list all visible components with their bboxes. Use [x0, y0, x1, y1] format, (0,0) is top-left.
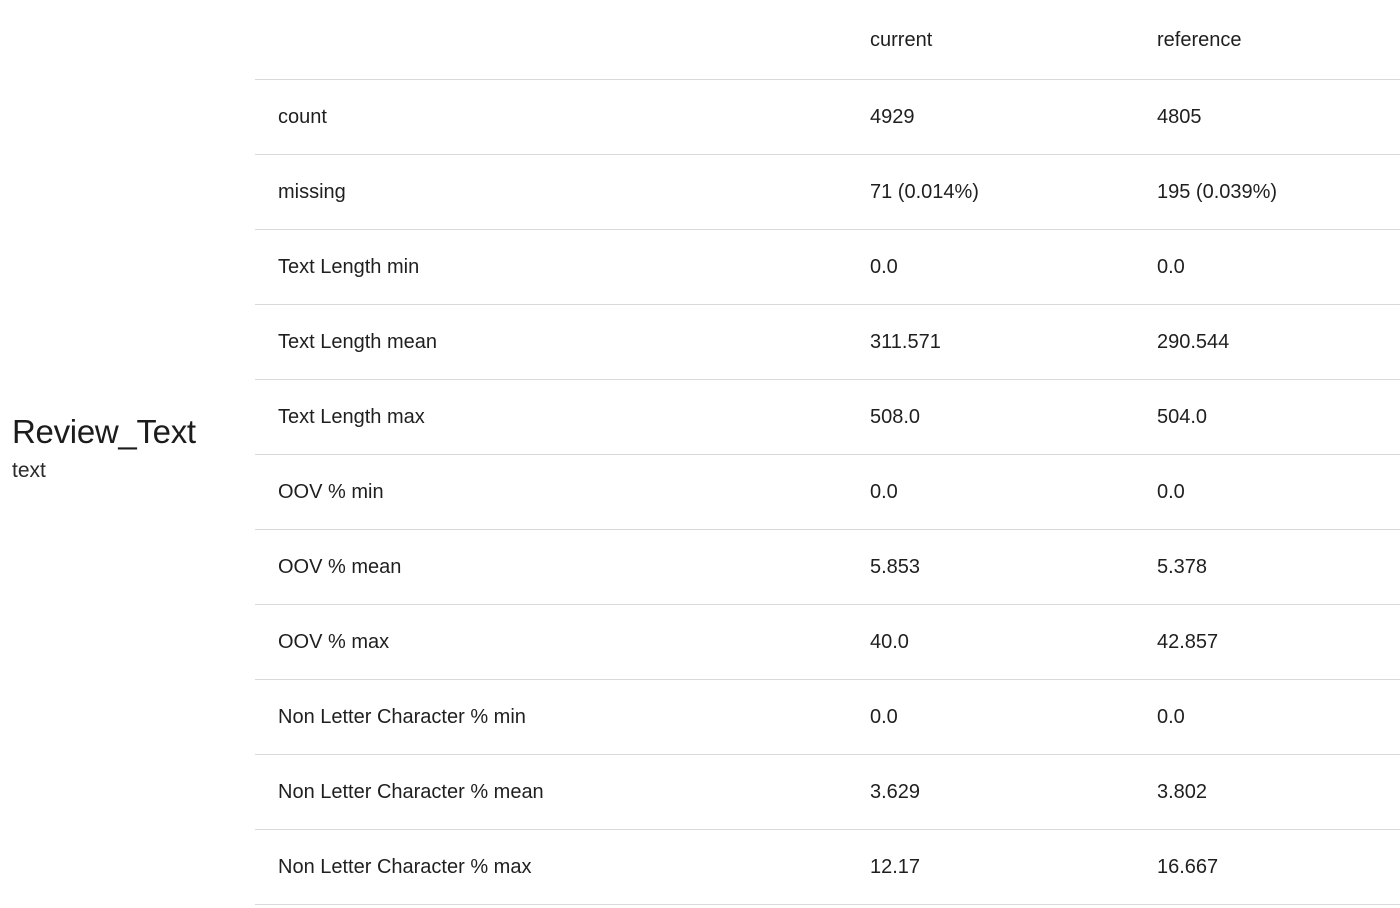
table-header-row: current reference	[255, 0, 1400, 80]
reference-value: 4805	[1157, 106, 1202, 128]
current-value: 40.0	[870, 631, 909, 653]
reference-value: 504.0	[1157, 406, 1208, 428]
metric-label: missing	[278, 181, 346, 203]
feature-summary: Review_Text text	[12, 410, 242, 486]
current-value: 5.853	[870, 556, 921, 578]
metric-label: Text Length min	[278, 256, 420, 278]
feature-type: text	[12, 459, 46, 482]
header-reference: reference	[1157, 29, 1242, 51]
current-value: 0.0	[870, 706, 898, 728]
table-row: count 4929 4805	[255, 80, 1400, 155]
table-row: OOV % max 40.0 42.857	[255, 605, 1400, 680]
table-row: Non Letter Character % min 0.0 0.0	[255, 680, 1400, 755]
table-row: Text Length min 0.0 0.0	[255, 230, 1400, 305]
reference-value: 3.802	[1157, 781, 1208, 803]
table-row: OOV % mean 5.853 5.378	[255, 530, 1400, 605]
feature-name: Review_Text	[12, 413, 196, 450]
metric-label: OOV % min	[278, 481, 384, 503]
metric-label: count	[278, 106, 327, 128]
table-row: Non Letter Character % max 12.17 16.667	[255, 830, 1400, 905]
current-value: 12.17	[870, 856, 921, 878]
stats-table: current reference count 4929 4805 missin…	[255, 0, 1400, 905]
current-value: 311.571	[870, 331, 941, 353]
metric-label: Non Letter Character % max	[278, 856, 532, 878]
reference-value: 290.544	[1157, 331, 1230, 353]
current-value: 71 (0.014%)	[870, 181, 979, 203]
reference-value: 42.857	[1157, 631, 1219, 653]
metric-label: OOV % mean	[278, 556, 402, 578]
current-value: 0.0	[870, 481, 898, 503]
current-value: 4929	[870, 106, 915, 128]
header-current: current	[870, 29, 933, 51]
current-value: 508.0	[870, 406, 921, 428]
reference-value: 0.0	[1157, 256, 1185, 278]
metric-label: Text Length mean	[278, 331, 437, 353]
reference-value: 5.378	[1157, 556, 1208, 578]
table-row: missing 71 (0.014%) 195 (0.039%)	[255, 155, 1400, 230]
reference-value: 195 (0.039%)	[1157, 181, 1278, 203]
reference-value: 0.0	[1157, 481, 1185, 503]
current-value: 3.629	[870, 781, 921, 803]
table-row: Text Length max 508.0 504.0	[255, 380, 1400, 455]
current-value: 0.0	[870, 256, 898, 278]
metric-label: Text Length max	[278, 406, 425, 428]
table-row: Non Letter Character % mean 3.629 3.802	[255, 755, 1400, 830]
reference-value: 0.0	[1157, 706, 1185, 728]
table-row: OOV % min 0.0 0.0	[255, 455, 1400, 530]
metric-label: Non Letter Character % mean	[278, 781, 544, 803]
table-row: Text Length mean 311.571 290.544	[255, 305, 1400, 380]
metric-label: OOV % max	[278, 631, 390, 653]
metric-label: Non Letter Character % min	[278, 706, 526, 728]
reference-value: 16.667	[1157, 856, 1219, 878]
